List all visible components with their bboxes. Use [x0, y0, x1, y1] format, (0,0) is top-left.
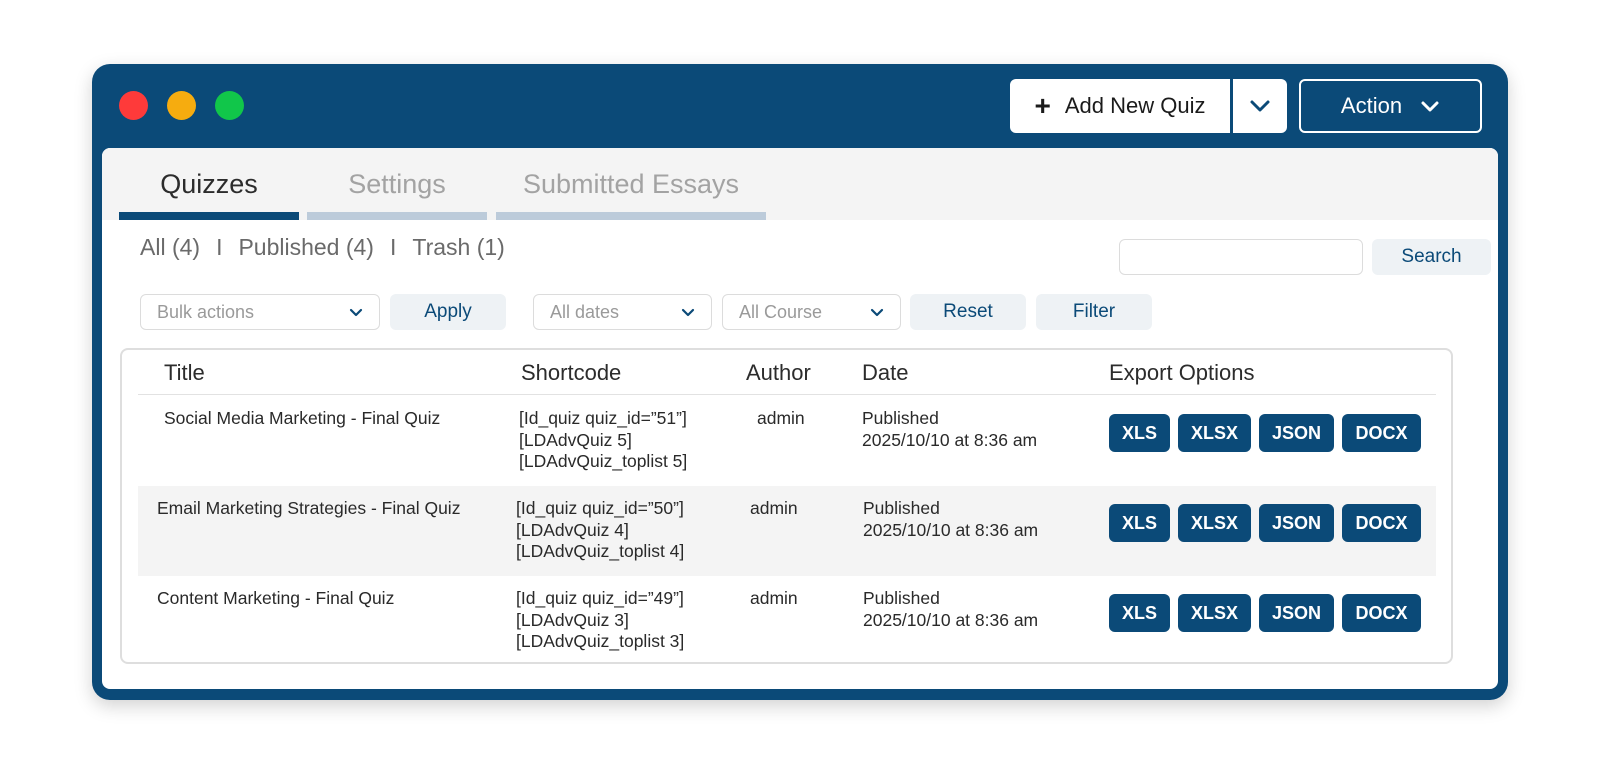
search-button[interactable]: Search — [1372, 239, 1491, 275]
add-new-quiz-button[interactable]: + Add New Quiz — [1010, 79, 1230, 133]
export-xls-button[interactable]: XLS — [1109, 504, 1170, 542]
tab-indicator — [496, 212, 766, 220]
chevron-down-icon — [681, 308, 695, 316]
apply-button[interactable]: Apply — [390, 294, 506, 330]
filter-button[interactable]: Filter — [1036, 294, 1152, 330]
export-json-button[interactable]: JSON — [1259, 504, 1334, 542]
course-value: All Course — [739, 301, 823, 322]
chevron-down-icon — [870, 308, 884, 316]
date-text: 2025/10/10 at 8:36 am — [862, 429, 1038, 450]
export-docx-button[interactable]: DOCX — [1342, 414, 1421, 452]
tab-indicator — [119, 212, 299, 220]
view-published-link[interactable]: Published (4) — [238, 234, 374, 261]
tab-bar: Quizzes Settings Submitted Essays — [102, 148, 1498, 220]
quiz-title-link[interactable]: Social Media Marketing - Final Quiz — [164, 408, 440, 430]
search-input[interactable] — [1119, 239, 1363, 275]
column-header-export: Export Options — [1109, 360, 1255, 385]
chevron-down-icon — [1421, 101, 1439, 111]
export-xlsx-button[interactable]: XLSX — [1178, 594, 1251, 632]
date-cell: Published 2025/10/10 at 8:36 am — [863, 498, 1038, 541]
shortcode-line: [Id_quiz quiz_id=”49”] — [516, 588, 684, 608]
shortcode-line: [LDAdvQuiz_toplist 3] — [516, 631, 685, 651]
tab-submitted-essays[interactable]: Submitted Essays — [496, 148, 766, 220]
export-xlsx-button[interactable]: XLSX — [1178, 414, 1251, 452]
view-trash-link[interactable]: Trash (1) — [412, 234, 504, 261]
plus-icon: + — [1034, 90, 1051, 121]
tab-label: Submitted Essays — [522, 168, 740, 199]
author-link[interactable]: admin — [757, 408, 805, 430]
app-window: + Add New Quiz Action Quizzes Settings S… — [92, 64, 1508, 700]
shortcode-cell: [Id_quiz quiz_id=”50”] [LDAdvQuiz 4] [LD… — [516, 498, 684, 563]
author-link[interactable]: admin — [750, 588, 798, 610]
shortcode-line: [Id_quiz quiz_id=”51”] — [519, 408, 687, 428]
column-header-shortcode: Shortcode — [521, 360, 622, 385]
shortcode-line: [LDAdvQuiz_toplist 5] — [519, 451, 688, 471]
chevron-down-icon — [1250, 100, 1270, 112]
view-separator: I — [216, 234, 223, 260]
date-text: 2025/10/10 at 8:36 am — [863, 609, 1039, 630]
status-text: Published — [863, 498, 940, 518]
tab-settings[interactable]: Settings — [307, 148, 487, 220]
view-filter-links: All (4) I Published (4) I Trash (1) — [140, 234, 505, 261]
add-new-quiz-label: Add New Quiz — [1064, 93, 1206, 118]
status-text: Published — [863, 588, 940, 608]
bulk-actions-select[interactable]: Bulk actions — [140, 294, 380, 330]
export-xls-button[interactable]: XLS — [1109, 594, 1170, 632]
table-row: Content Marketing - Final Quiz [Id_quiz … — [138, 576, 1436, 666]
tab-label: Quizzes — [160, 168, 258, 199]
status-text: Published — [862, 408, 939, 428]
shortcode-line: [LDAdvQuiz 4] — [516, 519, 629, 540]
author-link[interactable]: admin — [750, 498, 798, 520]
export-json-button[interactable]: JSON — [1259, 414, 1334, 452]
shortcode-cell: [Id_quiz quiz_id=”51”] [LDAdvQuiz 5] [LD… — [519, 408, 687, 473]
column-header-author[interactable]: Author — [746, 360, 811, 386]
table-row: Social Media Marketing - Final Quiz [Id_… — [138, 396, 1436, 486]
chevron-down-icon — [349, 308, 363, 316]
view-all-link[interactable]: All (4) — [140, 234, 200, 261]
maximize-window-button[interactable] — [215, 91, 244, 120]
tab-quizzes[interactable]: Quizzes — [119, 148, 299, 220]
view-separator: I — [389, 234, 397, 260]
date-text: 2025/10/10 at 8:36 am — [863, 519, 1039, 540]
shortcode-line: [LDAdvQuiz 5] — [519, 429, 632, 450]
add-new-quiz-dropdown-button[interactable] — [1233, 79, 1287, 133]
tab-label: Settings — [348, 168, 446, 199]
date-cell: Published 2025/10/10 at 8:36 am — [862, 408, 1037, 451]
export-docx-button[interactable]: DOCX — [1342, 504, 1421, 542]
quiz-title-link[interactable]: Email Marketing Strategies - Final Quiz — [157, 498, 460, 520]
content-panel: Quizzes Settings Submitted Essays All (4… — [102, 148, 1498, 689]
shortcode-line: [LDAdvQuiz_toplist 4] — [516, 541, 685, 561]
column-header-date[interactable]: Date — [862, 360, 908, 386]
export-json-button[interactable]: JSON — [1259, 594, 1334, 632]
table-header: Title Shortcode Author Date Export Optio… — [138, 350, 1436, 395]
table-row: Email Marketing Strategies - Final Quiz … — [138, 486, 1436, 576]
export-xls-button[interactable]: XLS — [1109, 414, 1170, 452]
dates-select[interactable]: All dates — [533, 294, 712, 330]
shortcode-line: [Id_quiz quiz_id=”50”] — [516, 498, 684, 518]
shortcode-cell: [Id_quiz quiz_id=”49”] [LDAdvQuiz 3] [LD… — [516, 588, 684, 653]
close-window-button[interactable] — [119, 91, 148, 120]
export-docx-button[interactable]: DOCX — [1342, 594, 1421, 632]
bulk-actions-value: Bulk actions — [157, 301, 255, 322]
export-xlsx-button[interactable]: XLSX — [1178, 504, 1251, 542]
quizzes-table: Title Shortcode Author Date Export Optio… — [120, 348, 1453, 664]
action-label: Action — [1340, 93, 1403, 118]
quiz-title-link[interactable]: Content Marketing - Final Quiz — [157, 588, 394, 610]
tab-indicator — [307, 212, 487, 220]
course-select[interactable]: All Course — [722, 294, 901, 330]
date-cell: Published 2025/10/10 at 8:36 am — [863, 588, 1038, 631]
dates-value: All dates — [550, 301, 620, 322]
column-header-title[interactable]: Title — [164, 360, 205, 386]
reset-button[interactable]: Reset — [910, 294, 1026, 330]
minimize-window-button[interactable] — [167, 91, 196, 120]
shortcode-line: [LDAdvQuiz 3] — [516, 609, 629, 630]
action-dropdown-button[interactable]: Action — [1299, 79, 1482, 133]
